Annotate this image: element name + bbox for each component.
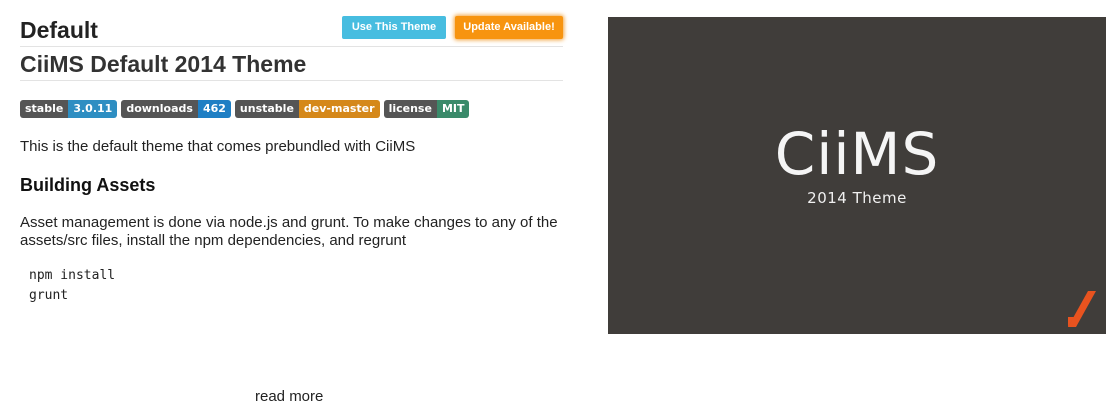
section-text: Asset management is done via node.js and…	[20, 214, 558, 249]
read-more-link[interactable]: read more	[255, 388, 323, 405]
badge-key: downloads	[121, 100, 198, 118]
use-theme-button[interactable]: Use This Theme	[342, 16, 446, 39]
badge-key: unstable	[234, 100, 299, 118]
unstable-badge[interactable]: unstable dev-master	[234, 100, 380, 118]
slash-logo-icon	[1068, 291, 1096, 327]
theme-actions: Use This Theme Update Available!	[342, 16, 563, 39]
section-heading: Building Assets	[20, 175, 156, 195]
badge-key: stable	[20, 100, 69, 118]
badge-value: 3.0.11	[68, 100, 118, 118]
preview-subtitle: 2014 Theme	[807, 189, 907, 207]
theme-header: Default Use This Theme Update Available!	[20, 14, 563, 47]
update-available-button[interactable]: Update Available!	[455, 16, 563, 39]
preview-logo: CiiMS	[774, 120, 940, 188]
badge-value: dev-master	[298, 100, 380, 118]
badge-value: 462	[197, 100, 231, 118]
badge-key: license	[383, 100, 437, 118]
theme-details: Default Use This Theme Update Available!…	[20, 14, 563, 306]
code-block: npm install grunt	[29, 268, 116, 303]
stable-badge[interactable]: stable 3.0.11	[20, 100, 118, 118]
readme-intro: This is the default theme that comes pre…	[20, 138, 416, 155]
readme-title: CiiMS Default 2014 Theme	[20, 47, 563, 81]
badge-row: stable 3.0.11 downloads 462 unstable dev…	[20, 100, 563, 118]
downloads-badge[interactable]: downloads 462	[121, 100, 231, 118]
theme-preview-image: CiiMS 2014 Theme	[608, 17, 1106, 334]
badge-value: MIT	[436, 100, 470, 118]
license-badge[interactable]: license MIT	[383, 100, 470, 118]
